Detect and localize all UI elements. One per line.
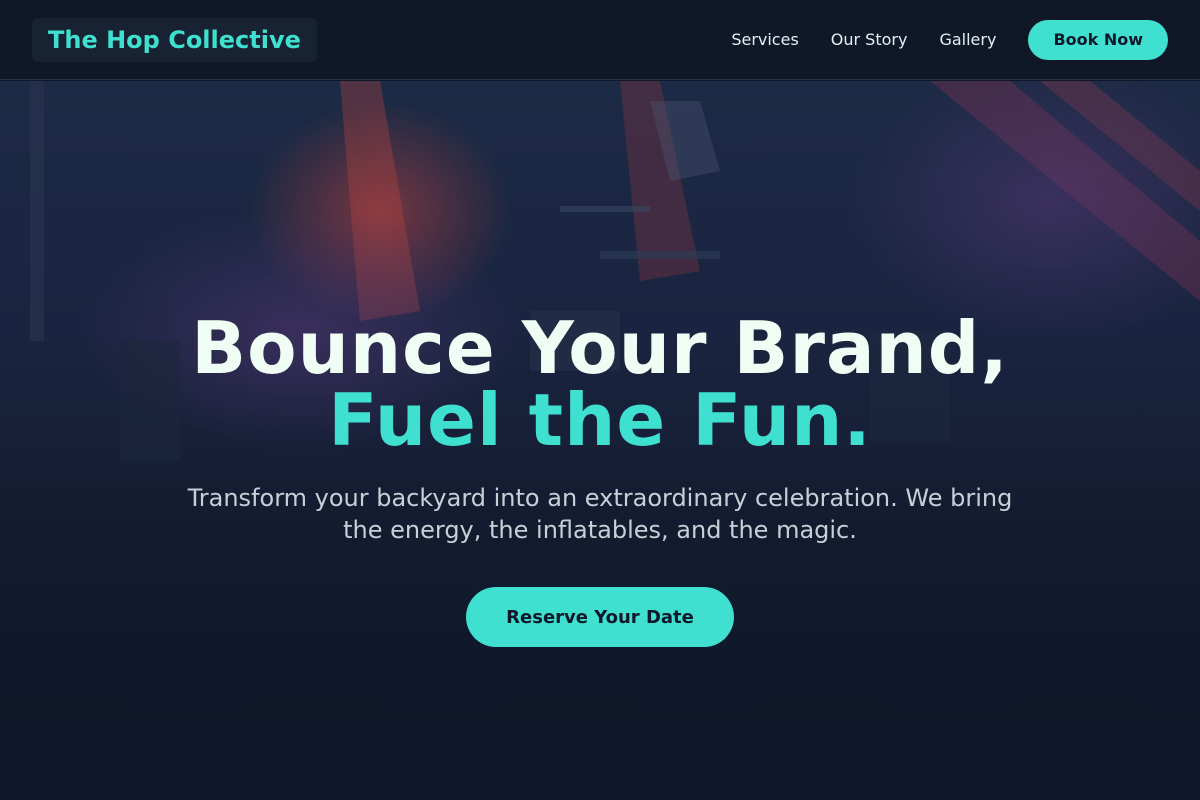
hero-headline-line1: Bounce Your Brand, [191, 306, 1009, 390]
hero-section: Bounce Your Brand, Fuel the Fun. Transfo… [0, 0, 1200, 800]
nav-link-gallery[interactable]: Gallery [939, 30, 996, 49]
hero-headline-line2: Fuel the Fun. [328, 378, 872, 462]
reserve-date-button[interactable]: Reserve Your Date [466, 587, 734, 647]
nav-link-services[interactable]: Services [731, 30, 798, 49]
hero-subtext: Transform your backyard into an extraord… [187, 484, 1013, 544]
site-header: The Hop Collective Services Our Story Ga… [0, 0, 1200, 80]
nav-link-our-story[interactable]: Our Story [831, 30, 908, 49]
page: The Hop Collective Services Our Story Ga… [0, 0, 1200, 800]
site-logo[interactable]: The Hop Collective [32, 17, 317, 62]
book-now-button[interactable]: Book Now [1028, 19, 1168, 60]
main-nav: Services Our Story Gallery Book Now [731, 19, 1168, 60]
hero-headline: Bounce Your Brand, Fuel the Fun. [0, 312, 1200, 456]
